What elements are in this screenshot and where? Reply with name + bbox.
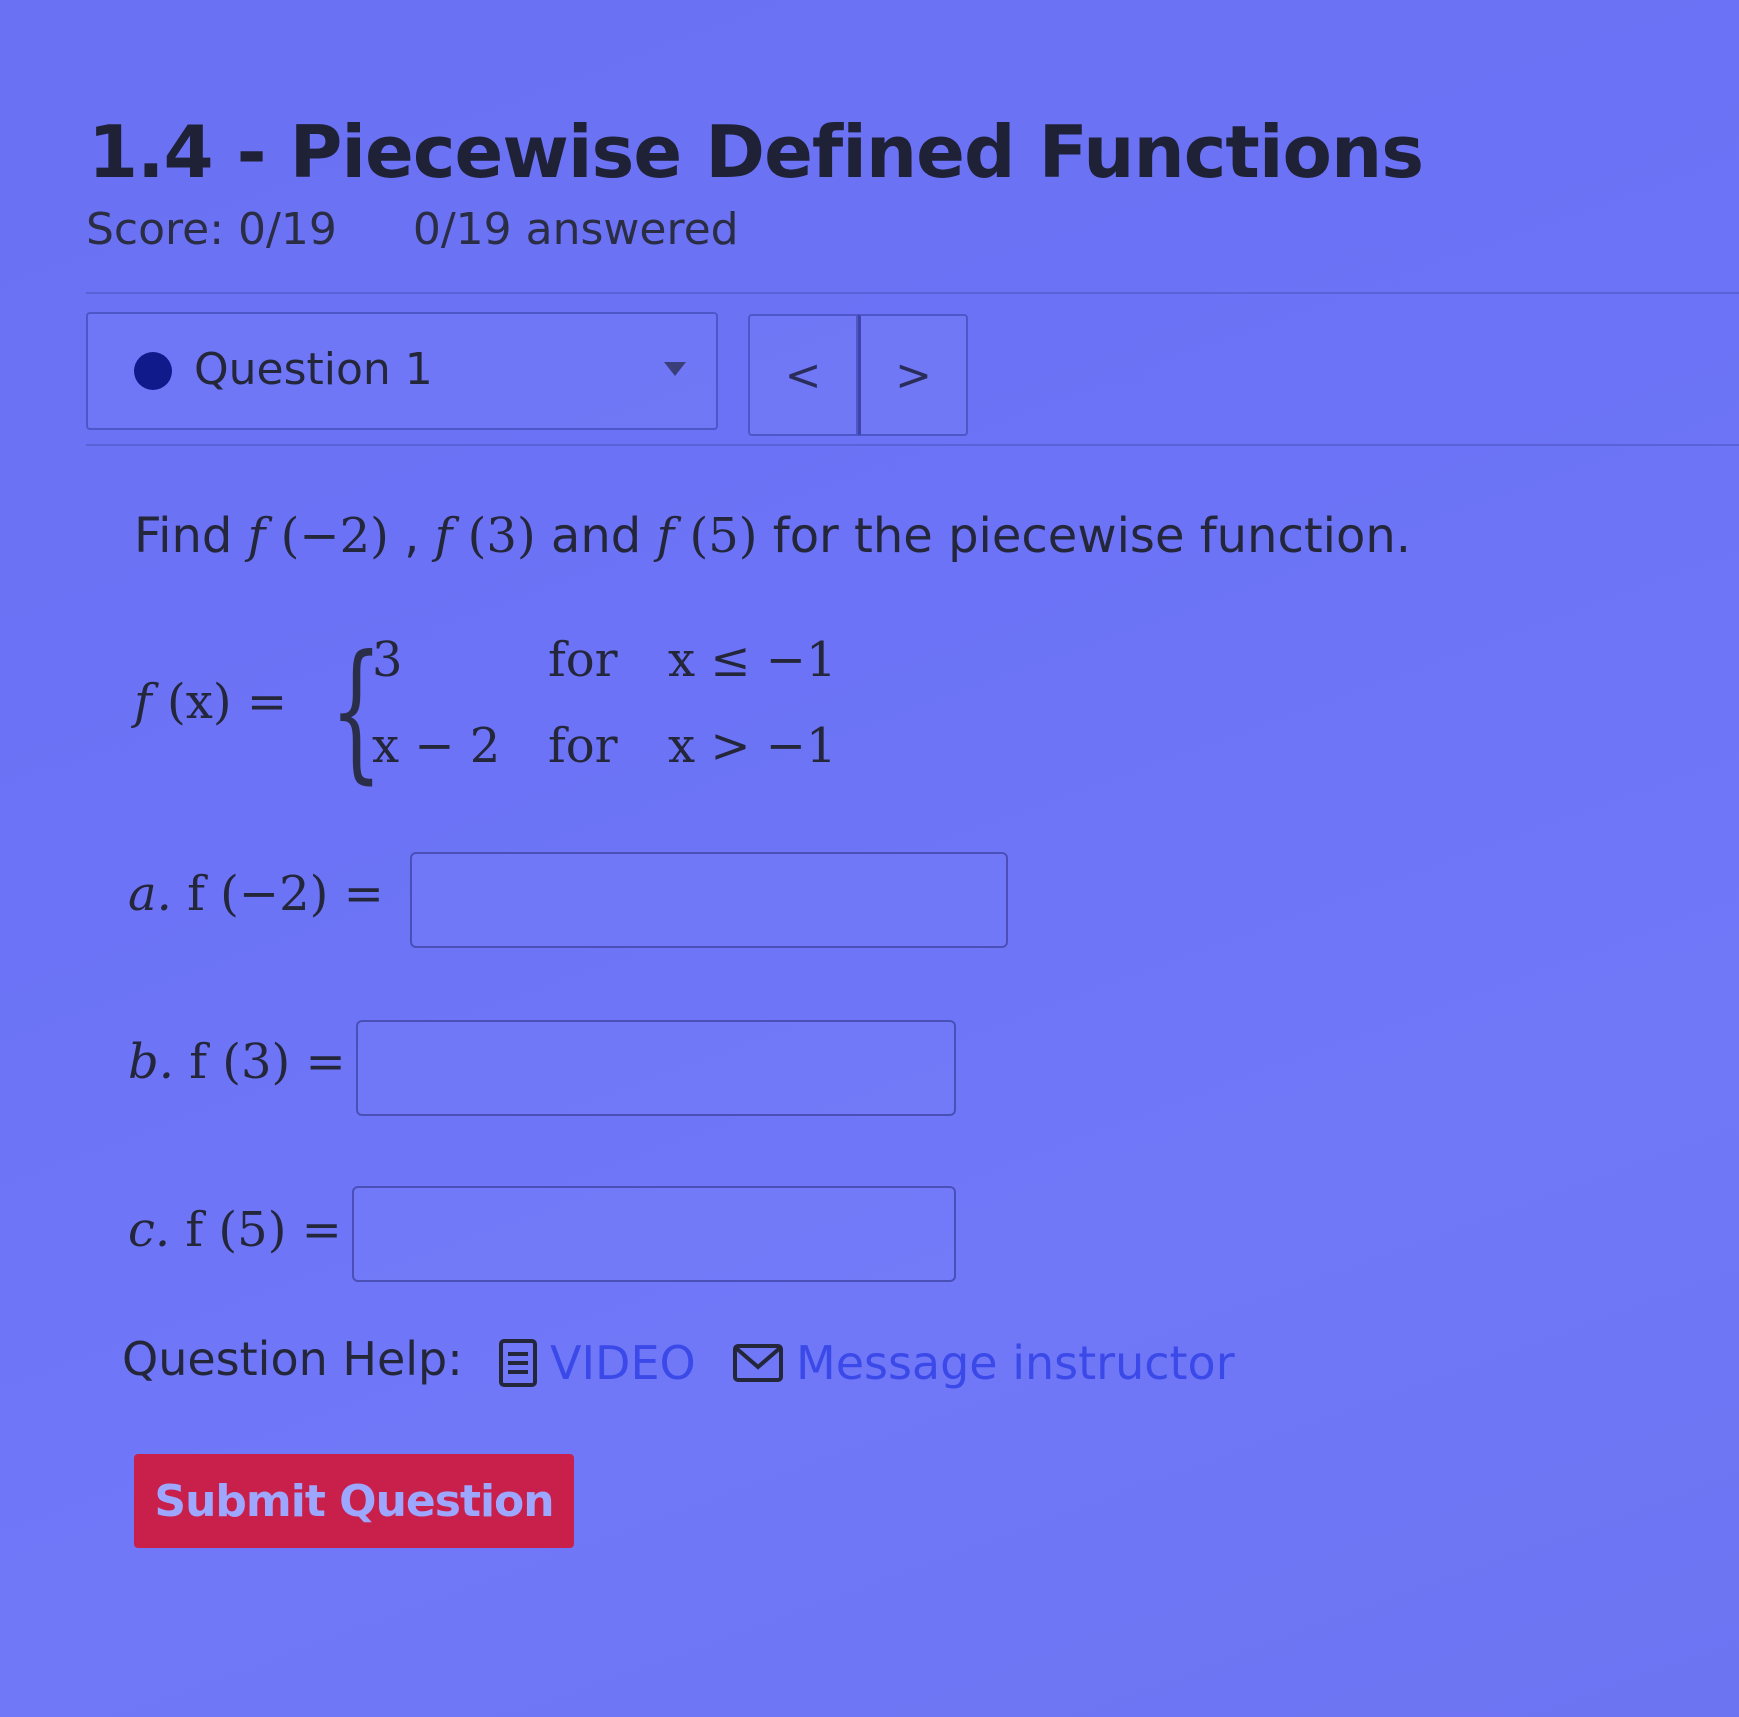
function-lhs: f (x) = [134, 674, 287, 730]
case-1-expr: 3 [372, 632, 403, 688]
chevron-right-icon: > [895, 349, 932, 401]
question-select-label: Question 1 [194, 344, 433, 395]
part-b-label: b. f (3) = [128, 1034, 346, 1090]
part-c-label: c. f (5) = [128, 1202, 342, 1258]
video-link-label: VIDEO [550, 1336, 696, 1390]
prompt-find: Find [134, 508, 248, 564]
prompt-arg1: (−2) [280, 508, 389, 564]
envelope-icon [733, 1344, 783, 1382]
page: 1.4 - Piecewise Defined Functions Score:… [0, 0, 1739, 1717]
page-title: 1.4 - Piecewise Defined Functions [88, 110, 1424, 194]
prompt-arg2: (3) [467, 508, 536, 564]
prompt-f2: f [434, 508, 453, 564]
fx-eq: = [231, 674, 288, 730]
prompt-f1: f [247, 508, 266, 564]
fx-arg: (x) [167, 674, 232, 730]
question-help-label: Question Help: [122, 1332, 463, 1386]
part-c-call: f (5) = [185, 1202, 342, 1258]
nav-divider [86, 444, 1739, 446]
answered-text: 0/19 answered [412, 204, 739, 255]
message-instructor-link[interactable]: Message instructor [732, 1336, 1235, 1390]
part-a-answer-input[interactable] [410, 852, 1008, 948]
score-text: Score: 0/19 [86, 204, 337, 255]
top-divider [86, 292, 1739, 294]
part-a-letter: a. [128, 866, 172, 922]
part-b-call: f (3) = [189, 1034, 346, 1090]
part-a-call: f (−2) = [187, 866, 384, 922]
next-question-button[interactable]: > [858, 314, 968, 436]
submit-question-button[interactable]: Submit Question [134, 1454, 574, 1548]
case-1-keyword: for [548, 632, 618, 688]
question-select[interactable]: Question 1 [86, 312, 718, 430]
part-a-label: a. f (−2) = [128, 866, 384, 922]
document-icon [499, 1339, 537, 1387]
prompt-sep1: , [388, 508, 435, 564]
prompt-rest: for the piecewise function. [757, 508, 1412, 564]
question-status-dot-icon [134, 352, 172, 390]
part-c-answer-input[interactable] [352, 1186, 956, 1282]
case-2-condition: x > −1 [668, 718, 837, 774]
chevron-left-icon: < [784, 349, 822, 401]
part-b-answer-input[interactable] [356, 1020, 956, 1116]
prompt-arg3: (5) [689, 508, 758, 564]
caret-down-icon [664, 362, 686, 376]
part-b-letter: b. [128, 1034, 174, 1090]
video-link[interactable]: VIDEO [498, 1336, 696, 1390]
prompt-and: and [535, 508, 657, 564]
previous-question-button[interactable]: < [748, 314, 858, 436]
case-2-keyword: for [548, 718, 618, 774]
prompt-f3: f [656, 508, 675, 564]
part-c-letter: c. [128, 1202, 171, 1258]
case-1-condition: x ≤ −1 [668, 632, 837, 688]
case-2-expr: x − 2 [372, 718, 501, 774]
fx-f: f [134, 674, 152, 730]
message-instructor-label: Message instructor [796, 1336, 1235, 1390]
score-row: Score: 0/19 0/19 answered [86, 204, 739, 255]
question-prompt: Find f (−2) , f (3) and f (5) for the pi… [134, 508, 1411, 564]
